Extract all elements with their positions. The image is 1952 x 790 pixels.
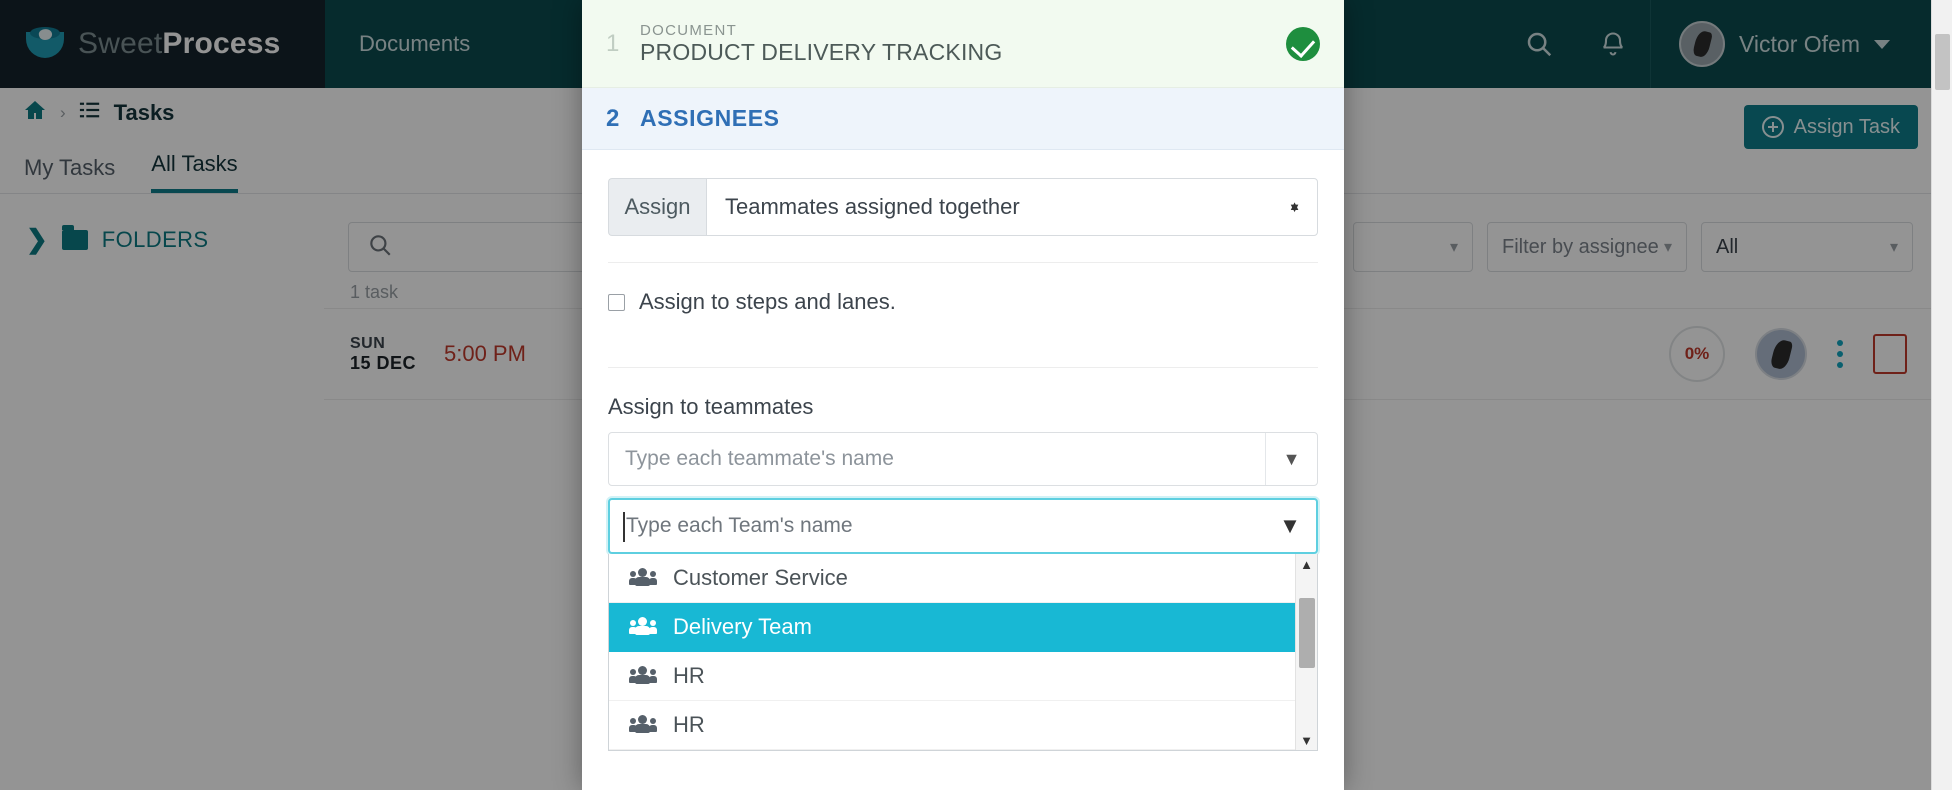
group-icon: [629, 617, 657, 637]
assign-task-modal: 1 DOCUMENT PRODUCT DELIVERY TRACKING 2 A…: [582, 0, 1344, 790]
scroll-down-arrow-icon[interactable]: ▼: [1296, 730, 1317, 750]
chevron-down-icon[interactable]: ▼: [1264, 500, 1316, 552]
assign-steps-lanes-row[interactable]: Assign to steps and lanes.: [608, 263, 1318, 341]
assign-prefix-label: Assign: [608, 178, 706, 236]
list-item[interactable]: HR: [609, 701, 1317, 750]
assign-mode-group: Assign Teammates assigned together ▲ ▼: [608, 178, 1318, 236]
teams-input[interactable]: Type each Team's name ▼: [608, 498, 1318, 554]
teammates-input[interactable]: Type each teammate's name ▼: [608, 432, 1318, 486]
group-icon: [629, 666, 657, 686]
step2-number: 2: [606, 104, 620, 132]
group-icon: [629, 568, 657, 588]
teams-placeholder: Type each Team's name: [610, 512, 1264, 542]
list-item-label: HR: [673, 663, 705, 688]
dropdown-scrollbar[interactable]: ▲ ▼: [1295, 554, 1317, 750]
chevron-down-icon[interactable]: ▼: [1265, 433, 1317, 485]
list-item[interactable]: Delivery Team: [609, 603, 1317, 652]
step1-title: PRODUCT DELIVERY TRACKING: [640, 38, 1003, 65]
teams-dropdown-list: Customer Service Delivery Team HR HR ▲ ▼: [608, 554, 1318, 751]
step1-kicker: DOCUMENT: [640, 21, 738, 39]
assign-steps-lanes-checkbox[interactable]: [608, 293, 625, 311]
check-circle-icon: [1286, 26, 1320, 61]
modal-body: Assign Teammates assigned together ▲ ▼ As…: [582, 150, 1344, 751]
assign-mode-select[interactable]: Teammates assigned together ▲ ▼: [706, 178, 1318, 236]
page-scrollbar-thumb[interactable]: [1935, 34, 1950, 90]
select-spinner-icon: ▲ ▼: [1288, 198, 1301, 215]
assign-teammates-label: Assign to teammates: [608, 394, 814, 419]
teammates-placeholder: Type each teammate's name: [625, 447, 894, 470]
dropdown-scrollbar-thumb[interactable]: [1299, 598, 1315, 668]
assign-steps-lanes-label: Assign to steps and lanes.: [639, 289, 896, 314]
scroll-up-arrow-icon[interactable]: ▲: [1296, 554, 1317, 574]
modal-step-document[interactable]: 1 DOCUMENT PRODUCT DELIVERY TRACKING: [582, 0, 1344, 88]
step1-texts: DOCUMENT PRODUCT DELIVERY TRACKING: [640, 22, 1286, 66]
modal-step-assignees[interactable]: 2 ASSIGNEES: [582, 88, 1344, 150]
group-icon: [629, 715, 657, 735]
step1-number: 1: [606, 29, 620, 57]
app-root: SweetProcess Documents Victor Ofem › Tas…: [0, 0, 1952, 790]
step2-label: ASSIGNEES: [640, 105, 780, 131]
list-item-label: HR: [673, 712, 705, 737]
list-item[interactable]: Customer Service: [609, 554, 1317, 603]
page-scrollbar[interactable]: [1931, 0, 1952, 790]
assign-mode-value: Teammates assigned together: [725, 194, 1020, 219]
list-item-label: Customer Service: [673, 565, 848, 590]
list-item-label: Delivery Team: [673, 614, 812, 639]
list-item[interactable]: HR: [609, 652, 1317, 701]
